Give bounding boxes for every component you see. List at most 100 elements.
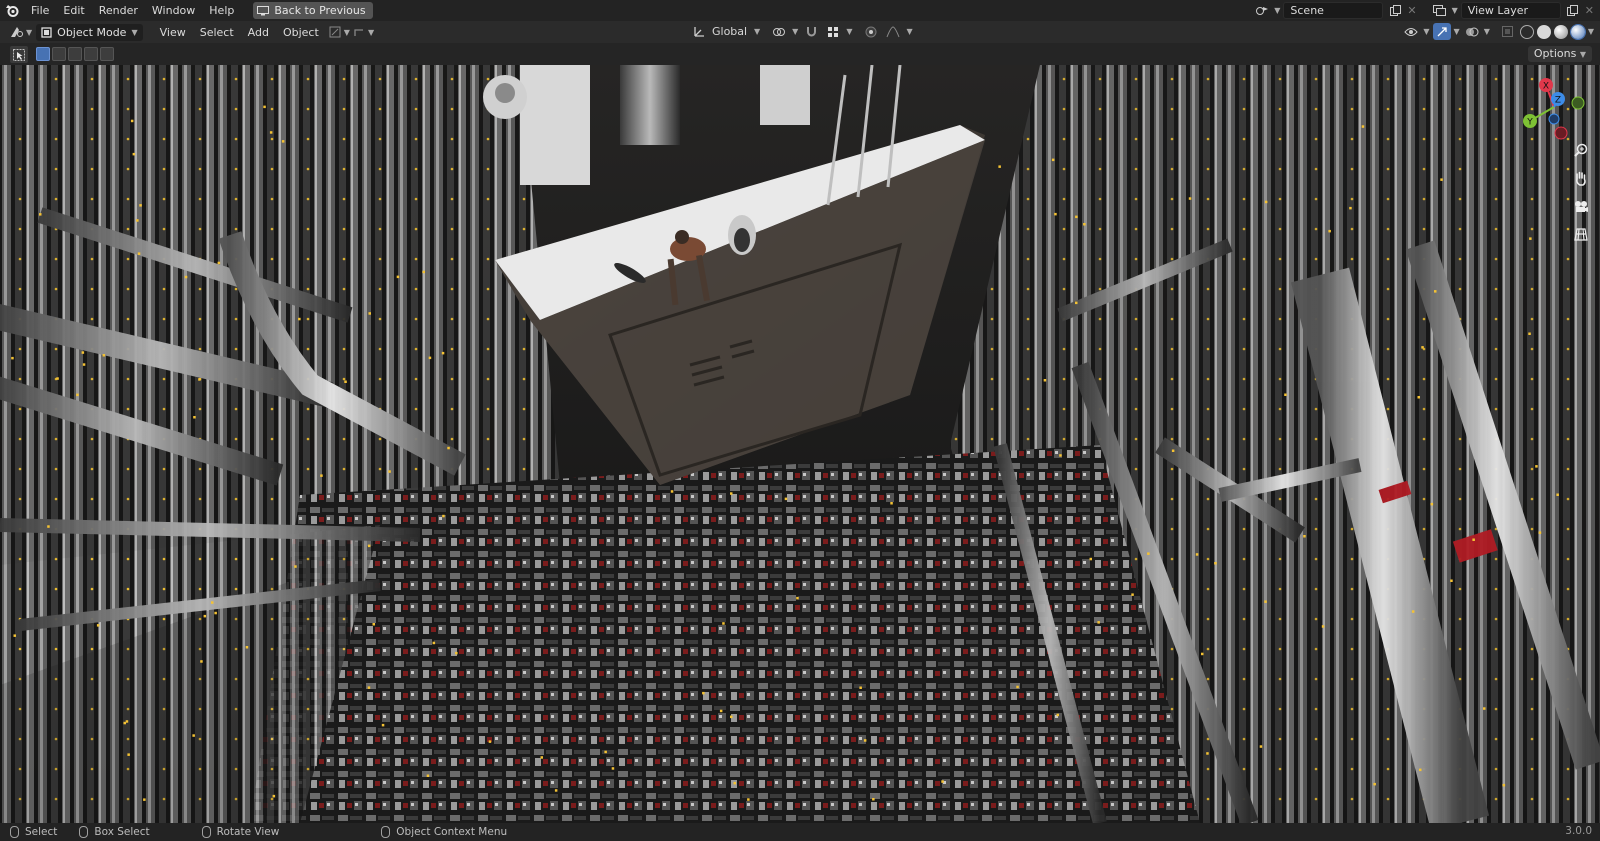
selection-mode-intersect[interactable]	[100, 47, 114, 61]
light-dot	[344, 380, 347, 383]
menu-object[interactable]: Object	[276, 26, 326, 39]
transform-affect-icon[interactable]	[326, 24, 344, 41]
selection-mode-subtract[interactable]	[68, 47, 82, 61]
menu-edit[interactable]: Edit	[56, 0, 91, 21]
scene-name-field[interactable]: Scene	[1283, 2, 1384, 19]
menu-help[interactable]: Help	[202, 0, 241, 21]
blender-logo-icon[interactable]	[0, 0, 24, 21]
rendered-shading-icon[interactable]	[1569, 23, 1586, 40]
menu-select[interactable]: Select	[193, 26, 241, 39]
light-dot	[214, 611, 217, 615]
zoom-icon[interactable]	[1572, 141, 1590, 159]
chevron-down-icon[interactable]: ▼	[1423, 27, 1429, 36]
chevron-down-icon[interactable]: ▼	[1452, 6, 1458, 15]
light-dot	[1171, 449, 1175, 452]
tool-settings-bar: Options ▼	[0, 43, 1600, 65]
light-dot	[368, 312, 371, 315]
chevron-down-icon[interactable]: ▼	[1274, 6, 1280, 15]
chevron-down-icon[interactable]: ▼	[1484, 27, 1490, 36]
light-dot	[1264, 200, 1268, 204]
visibility-eye-icon[interactable]	[1402, 23, 1420, 40]
options-dropdown[interactable]: Options ▼	[1527, 46, 1592, 62]
chevron-down-icon[interactable]: ▼	[26, 28, 32, 37]
editor-type-icon[interactable]	[8, 24, 26, 41]
gizmo-neg-x-axis[interactable]	[1554, 126, 1568, 140]
overlays-icon[interactable]	[1463, 23, 1481, 40]
3d-viewport[interactable]: X Y Z	[0, 65, 1600, 823]
mouse-left-icon	[10, 826, 19, 838]
scene-icon[interactable]	[1253, 2, 1271, 19]
selection-mode-extend[interactable]	[52, 47, 66, 61]
gizmo-toggle-icon[interactable]	[1432, 23, 1451, 40]
light-dot	[125, 720, 129, 723]
light-dot	[422, 270, 425, 274]
light-dot	[1529, 237, 1532, 240]
light-dot	[702, 691, 705, 695]
back-to-previous-button[interactable]: Back to Previous	[253, 2, 373, 19]
light-dot	[1195, 553, 1199, 556]
new-view-layer-icon[interactable]	[1564, 2, 1582, 19]
mouse-drag-icon	[79, 826, 89, 838]
solid-shading-icon[interactable]	[1536, 24, 1551, 39]
chevron-down-icon[interactable]: ▼	[792, 27, 798, 36]
gizmo-neg-z-axis[interactable]	[1548, 113, 1560, 125]
chevron-down-icon[interactable]: ▼	[1454, 27, 1460, 36]
light-dot	[127, 753, 130, 756]
light-dot	[388, 470, 391, 473]
snap-magnet-icon[interactable]	[802, 23, 820, 40]
light-dot	[381, 723, 385, 727]
view-layer-icon[interactable]	[1431, 2, 1449, 19]
gizmo-neg-y-axis[interactable]	[1571, 96, 1585, 110]
selection-mode-invert[interactable]	[84, 47, 98, 61]
new-scene-icon[interactable]	[1386, 2, 1404, 19]
falloff-curve-icon[interactable]	[884, 23, 902, 40]
light-dot	[432, 641, 436, 645]
material-shading-icon[interactable]	[1553, 24, 1568, 39]
chevron-down-icon: ▼	[131, 27, 138, 37]
chevron-down-icon[interactable]: ▼	[906, 27, 912, 36]
parent-icon[interactable]	[350, 24, 368, 41]
close-icon[interactable]: ✕	[1407, 4, 1416, 17]
menu-add[interactable]: Add	[241, 26, 276, 39]
menu-view[interactable]: View	[153, 26, 193, 39]
chevron-down-icon[interactable]: ▼	[1588, 27, 1594, 36]
back-to-previous-label: Back to Previous	[274, 4, 366, 17]
light-dot	[56, 377, 59, 380]
camera-view-icon[interactable]	[1572, 197, 1590, 215]
light-dot	[200, 660, 203, 663]
chevron-down-icon[interactable]: ▼	[754, 27, 760, 36]
light-dot	[192, 734, 195, 737]
xray-toggle-icon[interactable]	[1499, 23, 1517, 40]
pan-hand-icon[interactable]	[1572, 169, 1590, 187]
selection-mode-new[interactable]	[36, 47, 50, 61]
navigation-gizmo[interactable]: X Y Z	[1516, 73, 1586, 143]
transform-orientation-label[interactable]: Global	[712, 25, 750, 38]
mouse-right-icon	[381, 826, 391, 838]
chevron-down-icon[interactable]: ▼	[846, 27, 852, 36]
object-mode-select[interactable]: Object Mode ▼	[36, 23, 143, 41]
menu-render[interactable]: Render	[92, 0, 145, 21]
light-dot	[1535, 465, 1538, 468]
light-dot	[1472, 538, 1475, 541]
scene-selector: ▼ Scene ✕	[1253, 2, 1417, 19]
light-dot	[1284, 393, 1287, 396]
chevron-down-icon[interactable]: ▼	[368, 28, 374, 37]
pivot-point-icon[interactable]	[770, 23, 788, 40]
light-dot	[13, 634, 16, 637]
menu-window[interactable]: Window	[145, 0, 202, 21]
view-layer-field[interactable]: View Layer	[1460, 2, 1561, 19]
global-axes-icon[interactable]	[690, 23, 708, 40]
perspective-grid-icon[interactable]	[1572, 225, 1590, 243]
light-dot	[1201, 652, 1204, 656]
close-icon[interactable]: ✕	[1585, 4, 1594, 17]
light-dot	[670, 490, 674, 493]
snap-grid-icon[interactable]	[824, 23, 842, 40]
object-mode-icon	[41, 26, 52, 38]
light-dot	[604, 750, 607, 754]
menu-file[interactable]: File	[24, 0, 56, 21]
light-dot	[1450, 579, 1453, 582]
wireframe-shading-icon[interactable]	[1519, 24, 1534, 39]
select-tool-icon[interactable]	[10, 46, 28, 63]
proportional-edit-icon[interactable]	[862, 23, 880, 40]
object-mode-label: Object Mode	[57, 25, 127, 39]
